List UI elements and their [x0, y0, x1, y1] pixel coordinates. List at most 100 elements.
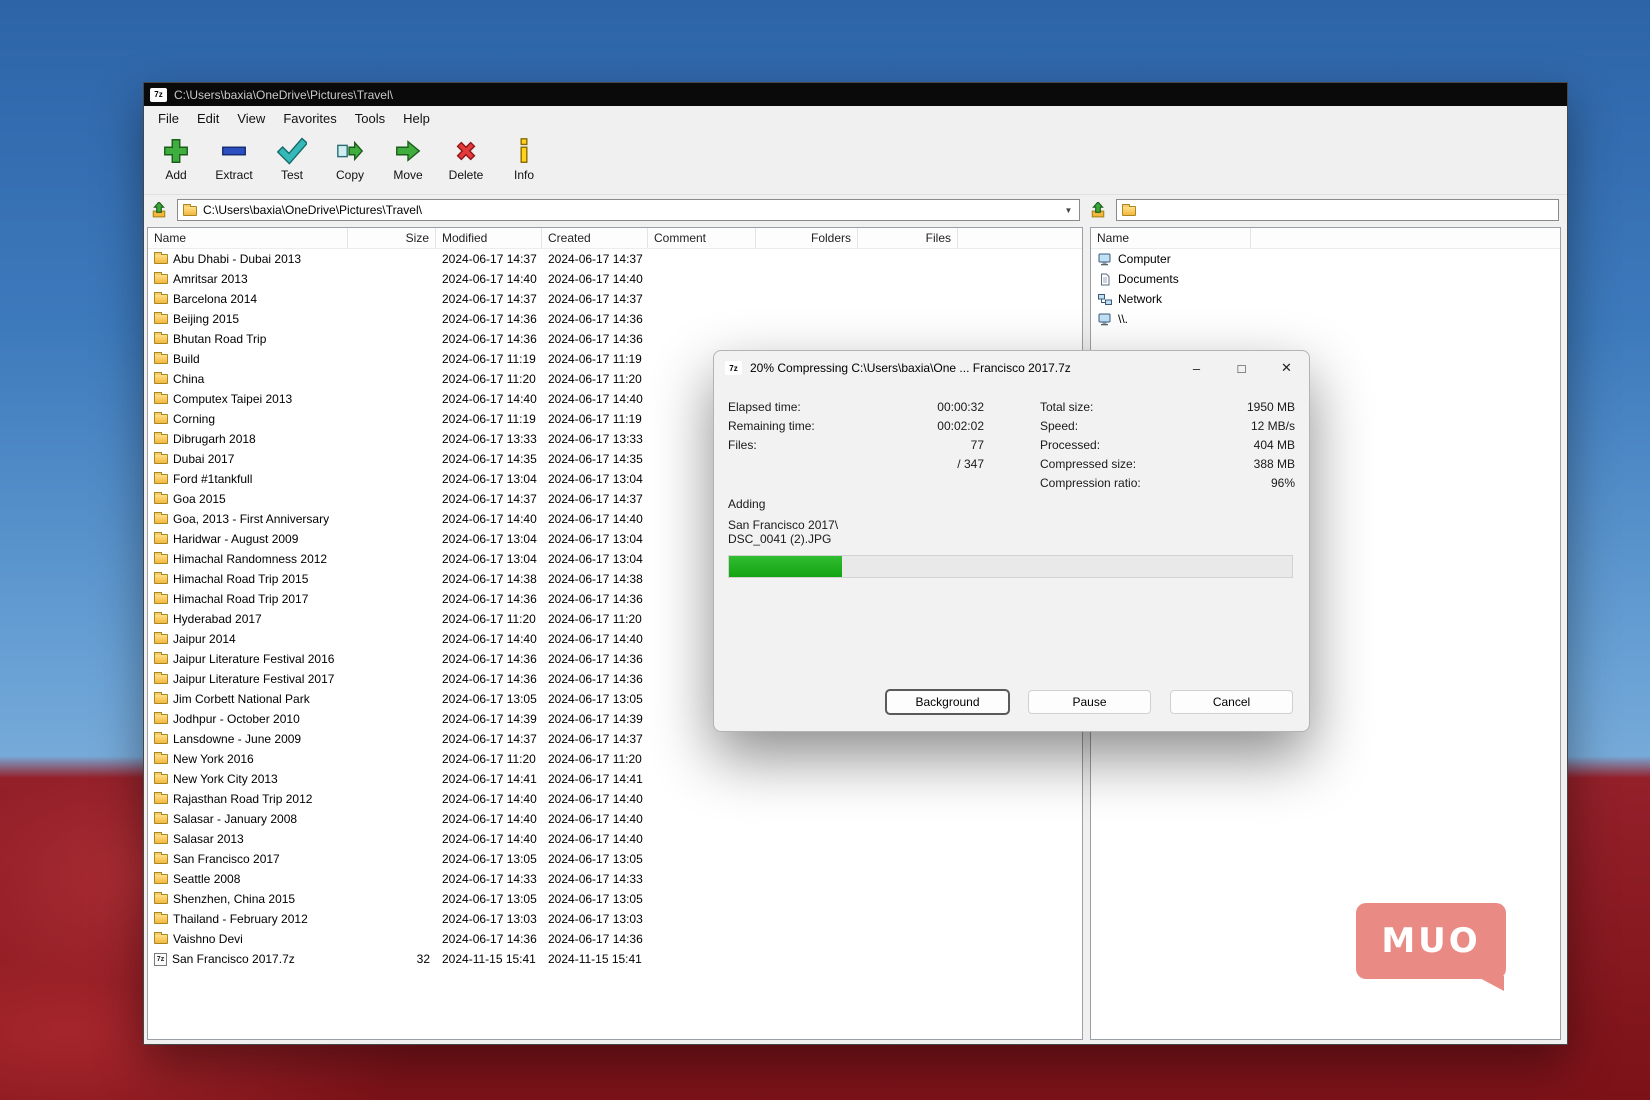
tree-item-computer[interactable]: Computer [1091, 249, 1560, 269]
table-row[interactable]: Bhutan Road Trip 2024-06-17 14:36 2024-0… [148, 329, 1082, 349]
table-row[interactable]: Shenzhen, China 2015 2024-06-17 13:05 20… [148, 889, 1082, 909]
pause-button[interactable]: Pause [1028, 690, 1151, 714]
move-button[interactable]: Move [379, 134, 437, 182]
file-name: Jodhpur - October 2010 [173, 712, 300, 726]
background-button[interactable]: Background [886, 690, 1009, 714]
file-modified: 2024-06-17 14:36 [436, 592, 542, 606]
folder-icon [154, 294, 168, 304]
column-header-modified[interactable]: Modified [436, 228, 542, 248]
table-row[interactable]: Thailand - February 2012 2024-06-17 13:0… [148, 909, 1082, 929]
delete-icon [451, 136, 481, 166]
file-modified: 2024-06-17 14:37 [436, 292, 542, 306]
tree-item-documents[interactable]: Documents [1091, 269, 1560, 289]
tree-item-network[interactable]: Network [1091, 289, 1560, 309]
file-name: Lansdowne - June 2009 [173, 732, 301, 746]
column-header-files[interactable]: Files [858, 228, 958, 248]
add-button[interactable]: Add [147, 134, 205, 182]
file-modified: 2024-06-17 14:33 [436, 872, 542, 886]
close-button[interactable]: ✕ [1264, 351, 1309, 385]
file-modified: 2024-06-17 14:36 [436, 332, 542, 346]
table-row[interactable]: New York 2016 2024-06-17 11:20 2024-06-1… [148, 749, 1082, 769]
table-row[interactable]: Amritsar 2013 2024-06-17 14:40 2024-06-1… [148, 269, 1082, 289]
copy-button[interactable]: Copy [321, 134, 379, 182]
table-row[interactable]: Barcelona 2014 2024-06-17 14:37 2024-06-… [148, 289, 1082, 309]
maximize-button[interactable]: □ [1219, 351, 1264, 385]
file-name: Hyderabad 2017 [173, 612, 262, 626]
file-created: 2024-06-17 14:36 [542, 652, 648, 666]
file-name: Goa, 2013 - First Anniversary [173, 512, 329, 526]
table-row[interactable]: Beijing 2015 2024-06-17 14:36 2024-06-17… [148, 309, 1082, 329]
table-row[interactable]: Salasar - January 2008 2024-06-17 14:40 … [148, 809, 1082, 829]
folder-icon [154, 854, 168, 864]
file-created: 2024-06-17 13:03 [542, 912, 648, 926]
menu-item[interactable]: View [228, 108, 274, 129]
delete-button[interactable]: Delete [437, 134, 495, 182]
folder-icon [154, 274, 168, 284]
menu-item[interactable]: File [149, 108, 188, 129]
table-row[interactable]: Vaishno Devi 2024-06-17 14:36 2024-06-17… [148, 929, 1082, 949]
file-modified: 2024-06-17 14:41 [436, 772, 542, 786]
file-modified: 2024-06-17 14:37 [436, 492, 542, 506]
table-row[interactable]: Salasar 2013 2024-06-17 14:40 2024-06-17… [148, 829, 1082, 849]
file-name: Rajasthan Road Trip 2012 [173, 792, 312, 806]
folder-icon [154, 554, 168, 564]
file-modified: 2024-06-17 13:05 [436, 852, 542, 866]
file-modified: 2024-06-17 14:40 [436, 632, 542, 646]
file-created: 2024-06-17 14:37 [542, 252, 648, 266]
column-header-row: Name Size Modified Created Comment Folde… [148, 228, 1082, 249]
column-header-size[interactable]: Size [348, 228, 436, 248]
menu-item[interactable]: Tools [346, 108, 394, 129]
file-created: 2024-06-17 14:36 [542, 332, 648, 346]
column-header-comment[interactable]: Comment [648, 228, 756, 248]
column-header-created[interactable]: Created [542, 228, 648, 248]
folder-icon [183, 206, 197, 216]
tree-column-header-name[interactable]: Name [1091, 228, 1251, 248]
parent-folder-button[interactable] [148, 199, 170, 221]
folder-icon [154, 694, 168, 704]
info-button[interactable]: Info [495, 134, 553, 182]
menu-item[interactable]: Favorites [274, 108, 345, 129]
file-name: San Francisco 2017.7z [172, 952, 295, 966]
address-dropdown-arrow[interactable]: ▼ [1060, 200, 1077, 220]
menu-item[interactable]: Edit [188, 108, 228, 129]
file-name: Goa 2015 [173, 492, 226, 506]
address-combobox[interactable]: C:\Users\baxia\OneDrive\Pictures\Travel\… [177, 199, 1080, 221]
address-bar: C:\Users\baxia\OneDrive\Pictures\Travel\… [144, 195, 1567, 225]
file-name: Ford #1tankfull [173, 472, 252, 486]
extract-button[interactable]: Extract [205, 134, 263, 182]
column-header-name[interactable]: Name [148, 228, 348, 248]
folder-icon [154, 634, 168, 644]
table-row[interactable]: Seattle 2008 2024-06-17 14:33 2024-06-17… [148, 869, 1082, 889]
table-row[interactable]: San Francisco 2017 2024-06-17 13:05 2024… [148, 849, 1082, 869]
column-header-folders[interactable]: Folders [756, 228, 858, 248]
elapsed-label: Elapsed time: [728, 400, 801, 414]
file-modified: 2024-06-17 13:33 [436, 432, 542, 446]
test-button[interactable]: Test [263, 134, 321, 182]
table-row[interactable]: New York City 2013 2024-06-17 14:41 2024… [148, 769, 1082, 789]
tree-item-network-root[interactable]: \\. [1091, 309, 1560, 329]
menu-item[interactable]: Help [394, 108, 439, 129]
right-address-combobox[interactable] [1116, 199, 1559, 221]
folder-icon [154, 494, 168, 504]
file-created: 2024-06-17 14:36 [542, 312, 648, 326]
dialog-title: 20% Compressing C:\Users\baxia\One ... F… [750, 361, 1071, 375]
table-row[interactable]: Abu Dhabi - Dubai 2013 2024-06-17 14:37 … [148, 249, 1082, 269]
file-name: Jim Corbett National Park [173, 692, 310, 706]
table-row[interactable]: Lansdowne - June 2009 2024-06-17 14:37 2… [148, 729, 1082, 749]
action-label: Adding [728, 497, 765, 511]
file-name: Jaipur Literature Festival 2016 [173, 652, 334, 666]
file-name: Seattle 2008 [173, 872, 240, 886]
table-row[interactable]: San Francisco 2017.7z 32 2024-11-15 15:4… [148, 949, 1082, 969]
cancel-button[interactable]: Cancel [1170, 690, 1293, 714]
file-modified: 2024-06-17 14:39 [436, 712, 542, 726]
right-parent-folder-button[interactable] [1087, 199, 1109, 221]
table-row[interactable]: Rajasthan Road Trip 2012 2024-06-17 14:4… [148, 789, 1082, 809]
file-name: Himachal Randomness 2012 [173, 552, 327, 566]
menu-bar: FileEditViewFavoritesToolsHelp [144, 106, 1567, 131]
file-name: China [173, 372, 204, 386]
folder-icon [154, 394, 168, 404]
folder-icon [154, 654, 168, 664]
file-created: 2024-06-17 14:40 [542, 512, 648, 526]
minimize-button[interactable]: – [1174, 351, 1219, 385]
file-modified: 2024-06-17 14:38 [436, 572, 542, 586]
